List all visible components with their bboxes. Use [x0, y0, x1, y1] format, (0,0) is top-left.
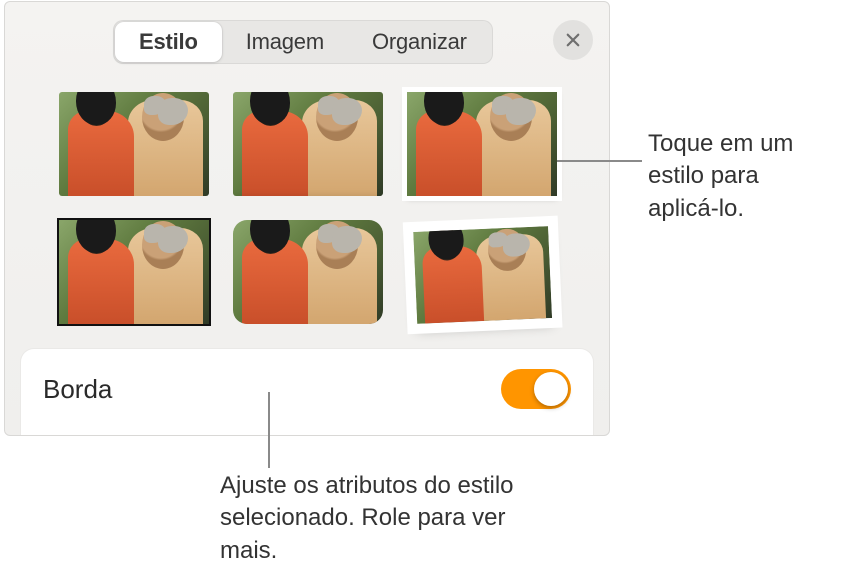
border-toggle[interactable]: [501, 369, 571, 409]
close-icon: [564, 31, 582, 49]
callout-adjust-attrs: Ajuste os atributos do estilo selecionad…: [220, 470, 520, 567]
leader-line: [600, 160, 642, 162]
callout-tap-style: Toque em um estilo para aplicá-lo.: [648, 128, 828, 225]
format-tabs: Estilo Imagem Organizar: [113, 20, 493, 64]
style-thumb-reflection[interactable]: [233, 92, 383, 196]
style-thumb-polaroid[interactable]: [405, 217, 559, 327]
styles-grid: [59, 92, 563, 324]
style-thumb-black-line[interactable]: [59, 220, 209, 324]
tab-image[interactable]: Imagem: [222, 22, 348, 62]
style-thumb-white-border[interactable]: [407, 92, 557, 196]
toggle-knob: [534, 372, 568, 406]
tab-style[interactable]: Estilo: [115, 22, 222, 62]
format-panel: Estilo Imagem Organizar Borda: [4, 1, 610, 436]
close-button[interactable]: [553, 20, 593, 60]
leader-line: [557, 160, 601, 162]
leader-line: [268, 392, 270, 468]
style-thumb-rounded[interactable]: [233, 220, 383, 324]
border-label: Borda: [43, 374, 112, 405]
style-thumb-plain[interactable]: [59, 92, 209, 196]
border-section: Borda: [20, 348, 594, 435]
tab-arrange[interactable]: Organizar: [348, 22, 491, 62]
